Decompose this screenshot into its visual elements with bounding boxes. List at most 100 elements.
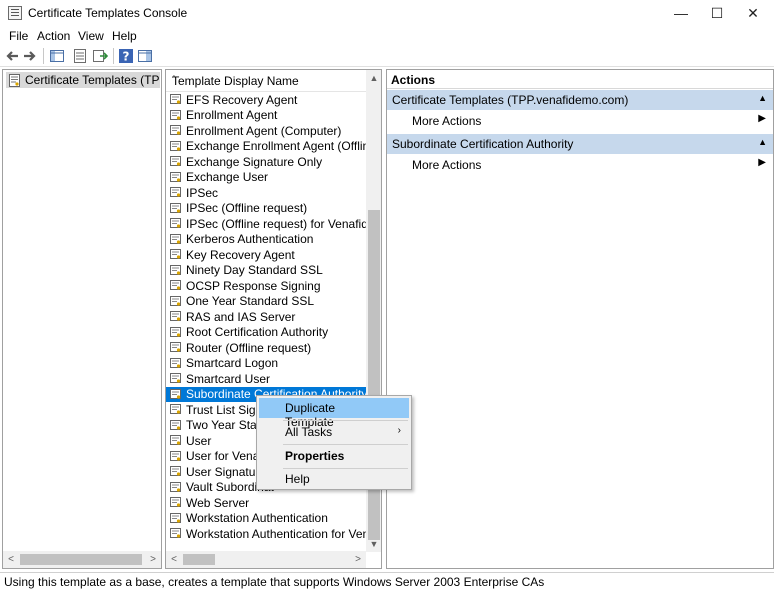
menu-separator bbox=[283, 420, 408, 421]
template-name: Smartcard Logon bbox=[186, 356, 279, 371]
template-name: Smartcard User bbox=[186, 371, 271, 386]
template-name: OCSP Response Signing bbox=[186, 278, 321, 293]
template-list-item[interactable]: Exchange User bbox=[166, 170, 366, 186]
maximize-button[interactable]: ☐ bbox=[697, 0, 737, 26]
certificate-template-icon bbox=[170, 249, 181, 260]
close-button[interactable]: ✕ bbox=[733, 0, 773, 26]
scrollbar-thumb[interactable] bbox=[183, 554, 215, 565]
template-list-item[interactable]: Workstation Authentication bbox=[166, 511, 366, 527]
template-list-item[interactable]: Enrollment Agent bbox=[166, 108, 366, 124]
svg-text:?: ? bbox=[123, 50, 130, 64]
export-list-icon[interactable] bbox=[92, 48, 108, 64]
help-menu-item[interactable]: Help bbox=[259, 469, 409, 489]
template-name: Exchange Enrollment Agent (Offline requ.… bbox=[186, 139, 366, 154]
duplicate-template-menu-item[interactable]: Duplicate Template bbox=[259, 398, 409, 429]
scrollbar-thumb[interactable] bbox=[20, 554, 142, 565]
properties-icon[interactable] bbox=[72, 48, 88, 64]
template-list-item[interactable]: EFS Recovery Agent bbox=[166, 92, 366, 108]
show-action-pane-icon[interactable] bbox=[137, 48, 153, 64]
template-name: User bbox=[186, 433, 212, 448]
template-list-item[interactable]: Ninety Day Standard SSL bbox=[166, 263, 366, 279]
column-header-template-display-name[interactable]: ^ Template Display Name bbox=[166, 70, 366, 92]
minimize-button[interactable]: — bbox=[661, 0, 701, 26]
template-list-item[interactable]: IPSec (Offline request) bbox=[166, 201, 366, 217]
scroll-left-arrow-icon[interactable]: < bbox=[166, 551, 182, 568]
certificate-template-icon bbox=[170, 156, 181, 167]
template-name: Key Recovery Agent bbox=[186, 247, 295, 262]
template-name: Enrollment Agent bbox=[186, 108, 278, 123]
menu-action[interactable]: Action bbox=[37, 29, 70, 43]
title-bar: Certificate Templates Console — ☐ ✕ bbox=[0, 0, 774, 26]
actions-pane: Actions Certificate Templates (TPP.venaf… bbox=[386, 69, 774, 569]
scroll-left-arrow-icon[interactable]: < bbox=[3, 551, 19, 568]
template-list-item[interactable]: Kerberos Authentication bbox=[166, 232, 366, 248]
scrollbar-thumb[interactable] bbox=[368, 210, 380, 540]
certificate-template-icon bbox=[170, 450, 181, 461]
template-list-item[interactable]: Root Certification Authority bbox=[166, 325, 366, 341]
status-bar: Using this template as a base, creates a… bbox=[0, 572, 774, 591]
more-actions-item[interactable]: More Actions ▶ bbox=[387, 110, 773, 130]
template-list-item[interactable]: Router (Offline request) bbox=[166, 340, 366, 356]
collapse-icon[interactable]: ▲ bbox=[758, 93, 767, 103]
certificate-template-icon bbox=[170, 311, 181, 322]
certificate-template-icon bbox=[170, 342, 181, 353]
certificate-template-icon bbox=[170, 404, 181, 415]
template-name: Workstation Authentication for Venafide.… bbox=[186, 526, 366, 541]
template-list-item[interactable]: Exchange Signature Only bbox=[166, 154, 366, 170]
tree-pane: Certificate Templates (TPP.vena < > bbox=[2, 69, 162, 569]
template-list-item[interactable]: Exchange Enrollment Agent (Offline requ.… bbox=[166, 139, 366, 155]
template-name: RAS and IAS Server bbox=[186, 309, 296, 324]
menu-bar: File Action View Help bbox=[0, 27, 774, 45]
back-icon[interactable] bbox=[4, 48, 20, 64]
template-list-item[interactable]: Enrollment Agent (Computer) bbox=[166, 123, 366, 139]
template-name: Exchange User bbox=[186, 170, 269, 185]
tree-horizontal-scrollbar[interactable]: < > bbox=[3, 551, 161, 568]
template-list-item[interactable]: Smartcard User bbox=[166, 371, 366, 387]
actions-section-certificate-templates[interactable]: Certificate Templates (TPP.venafidemo.co… bbox=[387, 90, 773, 110]
list-horizontal-scrollbar[interactable]: < > bbox=[166, 551, 366, 568]
tree-item-certificate-templates[interactable]: Certificate Templates (TPP.vena bbox=[6, 72, 160, 88]
template-list-item[interactable]: IPSec bbox=[166, 185, 366, 201]
console-app-icon bbox=[8, 6, 22, 20]
certificate-template-icon bbox=[170, 171, 181, 182]
certificate-template-icon bbox=[170, 264, 181, 275]
template-list-item[interactable]: RAS and IAS Server bbox=[166, 309, 366, 325]
template-list-item[interactable]: OCSP Response Signing bbox=[166, 278, 366, 294]
certificate-template-icon bbox=[170, 280, 181, 291]
scroll-up-arrow-icon[interactable]: ▲ bbox=[366, 70, 381, 86]
scroll-right-arrow-icon[interactable]: > bbox=[145, 551, 161, 568]
certificate-template-icon bbox=[170, 357, 181, 368]
template-list-item[interactable]: Key Recovery Agent bbox=[166, 247, 366, 263]
submenu-arrow-icon: ▶ bbox=[758, 157, 766, 168]
properties-menu-item[interactable]: Properties bbox=[259, 446, 409, 466]
help-icon[interactable]: ? bbox=[118, 48, 134, 64]
menu-help[interactable]: Help bbox=[112, 29, 137, 43]
more-actions-item[interactable]: More Actions ▶ bbox=[387, 154, 773, 174]
all-tasks-menu-item[interactable]: All Tasks › bbox=[259, 422, 409, 442]
menu-view[interactable]: View bbox=[78, 29, 104, 43]
certificate-template-icon bbox=[170, 528, 181, 539]
template-list-item[interactable]: Workstation Authentication for Venafide.… bbox=[166, 526, 366, 542]
toolbar-separator bbox=[43, 48, 44, 64]
actions-section-subordinate-ca[interactable]: Subordinate Certification Authority ▲ bbox=[387, 134, 773, 154]
certificate-template-icon bbox=[170, 125, 181, 136]
template-name: Exchange Signature Only bbox=[186, 154, 323, 169]
scroll-right-arrow-icon[interactable]: > bbox=[350, 551, 366, 568]
certificate-template-icon bbox=[170, 218, 181, 229]
certificate-template-icon bbox=[170, 140, 181, 151]
scroll-down-arrow-icon[interactable]: ▼ bbox=[366, 536, 381, 552]
forward-icon[interactable] bbox=[22, 48, 38, 64]
menu-file[interactable]: File bbox=[9, 29, 28, 43]
show-tree-icon[interactable] bbox=[49, 48, 65, 64]
toolbar-separator bbox=[113, 48, 114, 64]
template-name: IPSec (Offline request) for Venafidemo bbox=[186, 216, 366, 231]
actions-header: Actions bbox=[387, 70, 773, 89]
template-list-item[interactable]: IPSec (Offline request) for Venafidemo bbox=[166, 216, 366, 232]
toolbar: ? bbox=[0, 45, 774, 67]
template-list-item[interactable]: One Year Standard SSL bbox=[166, 294, 366, 310]
template-list-item[interactable]: Web Server bbox=[166, 495, 366, 511]
template-name: Ninety Day Standard SSL bbox=[186, 263, 323, 278]
template-list-item[interactable]: Smartcard Logon bbox=[166, 356, 366, 372]
template-name: Workstation Authentication bbox=[186, 511, 328, 526]
collapse-icon[interactable]: ▲ bbox=[758, 137, 767, 147]
